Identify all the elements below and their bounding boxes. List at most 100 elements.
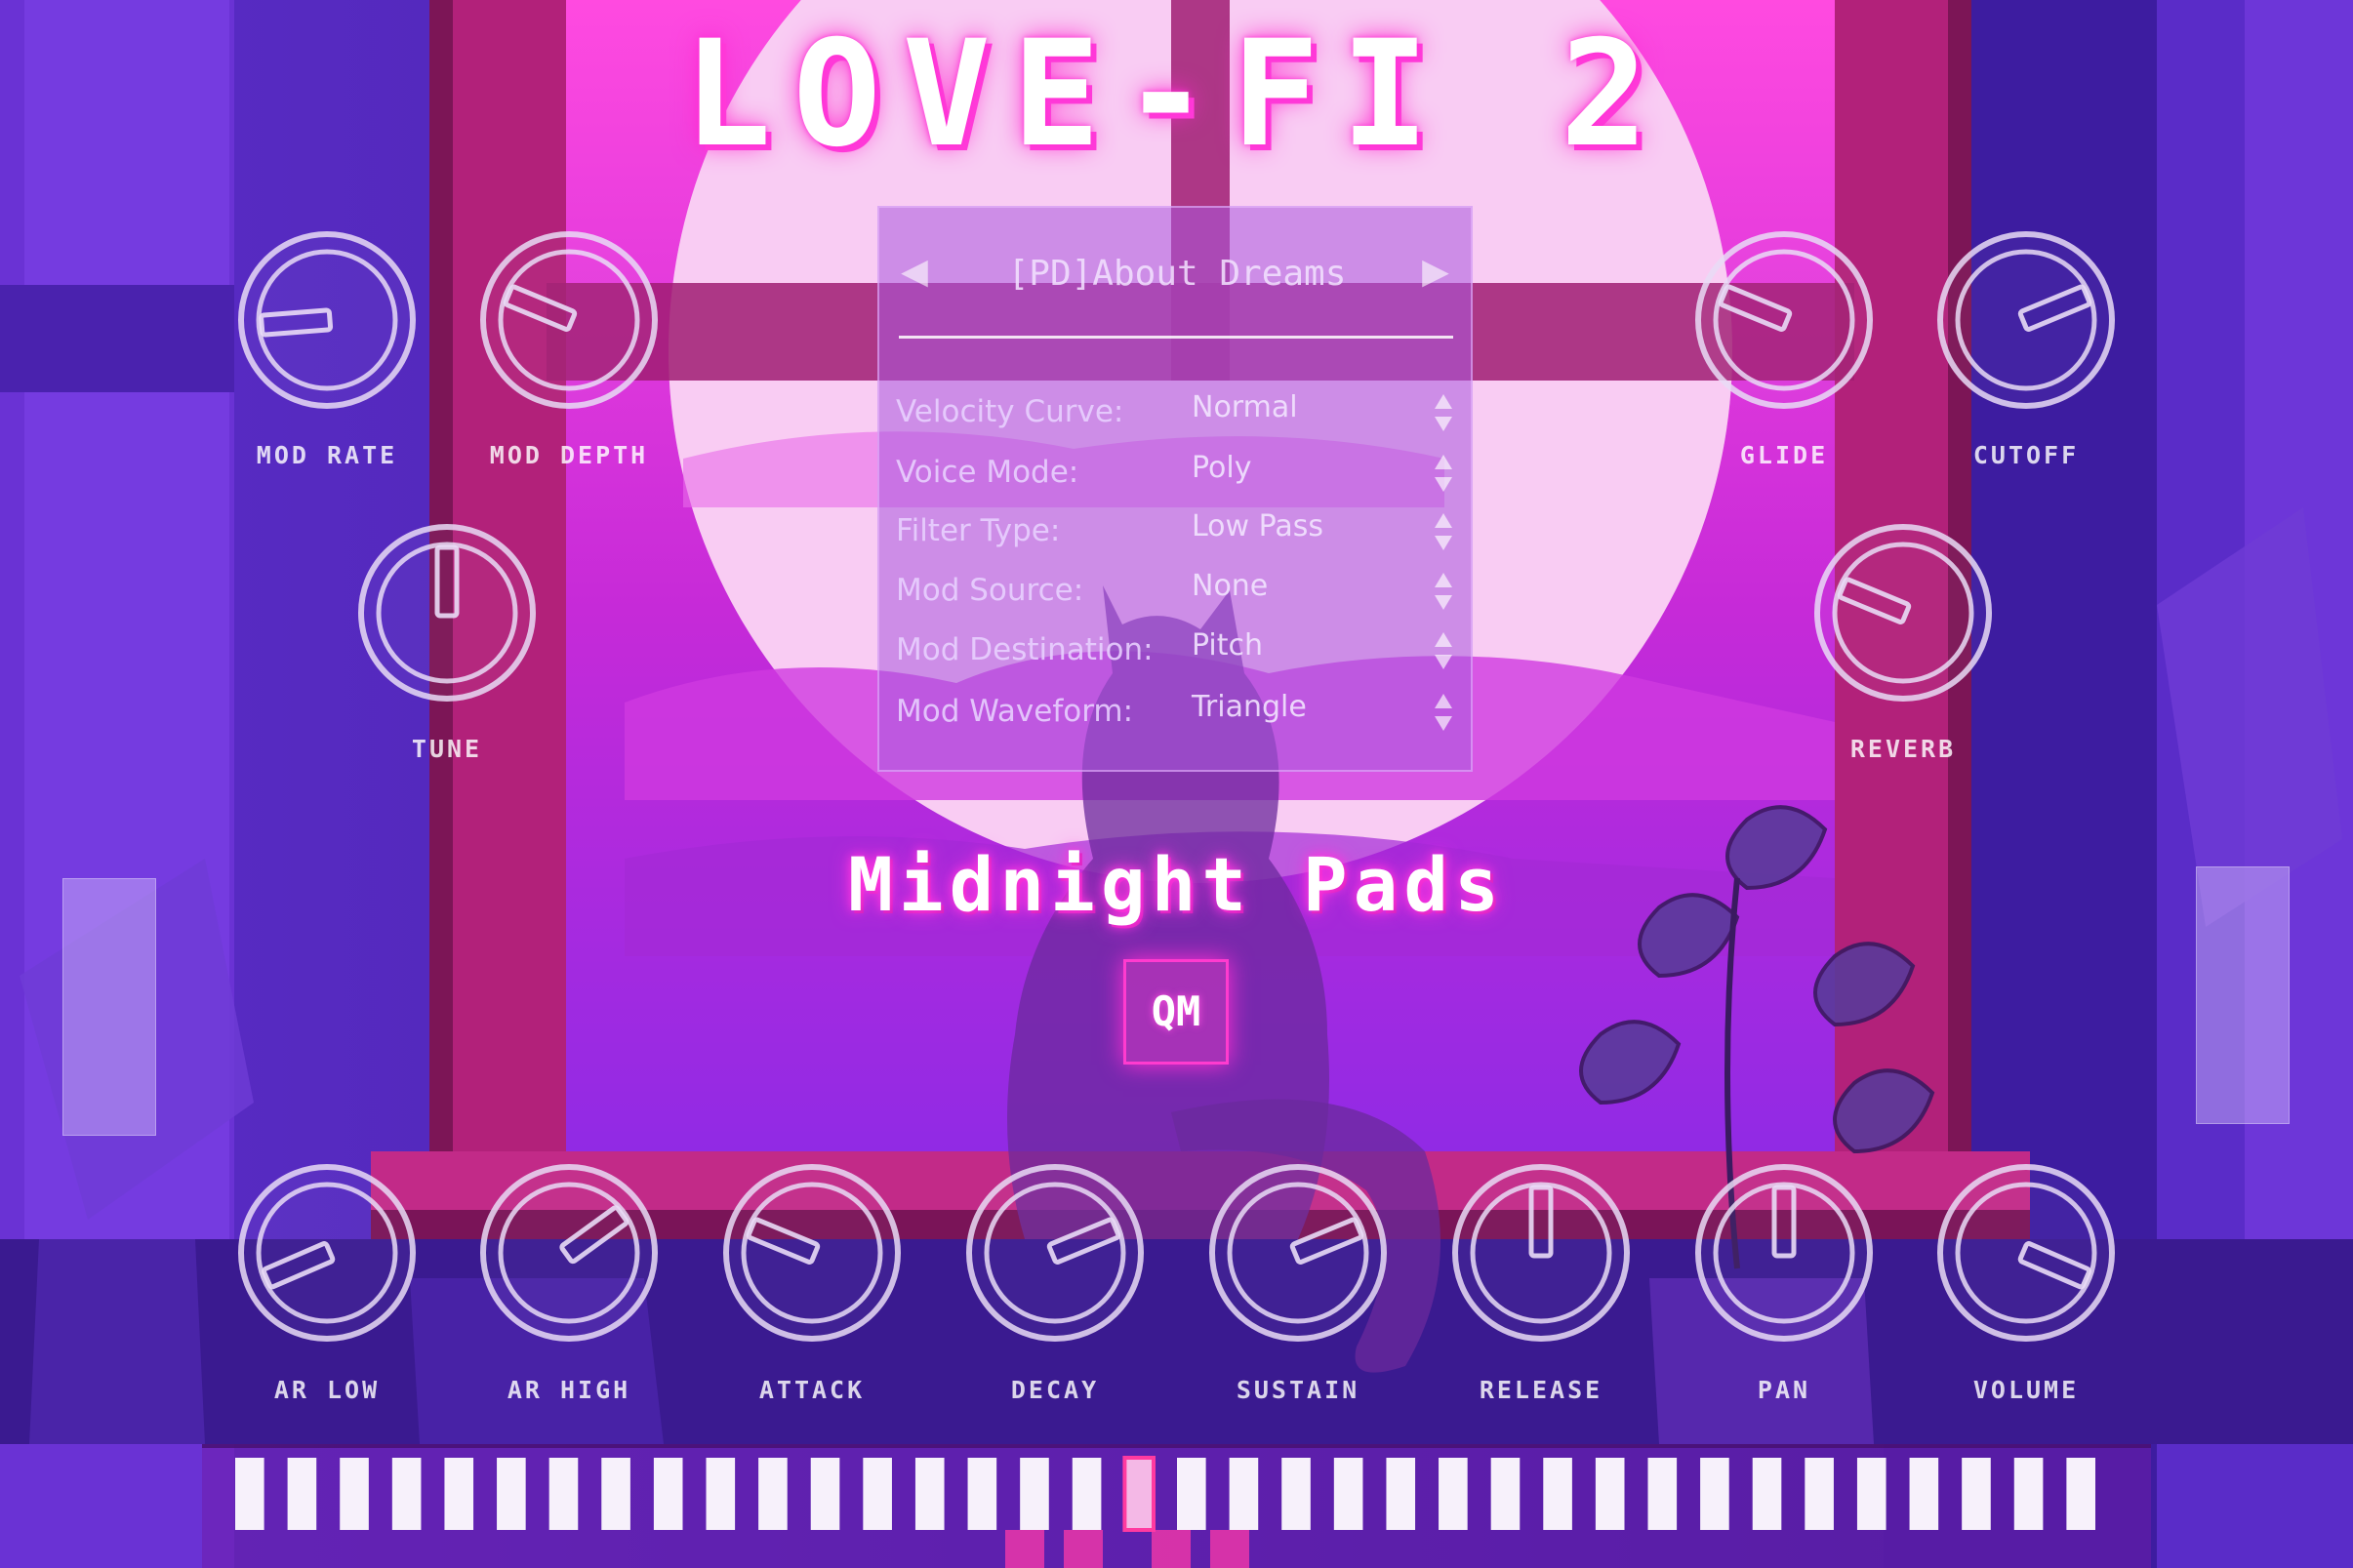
piano-key[interactable] [810, 1458, 840, 1530]
ar-low-knob[interactable] [234, 1160, 420, 1346]
param-label: Velocity Curve: [896, 394, 1124, 429]
up-down-arrows-icon[interactable] [1432, 453, 1455, 494]
reverb-label: REVERB [1849, 735, 1957, 763]
prev-preset-button[interactable]: ◀ [895, 253, 934, 292]
ar-high-knob[interactable] [476, 1160, 662, 1346]
up-down-arrows-icon[interactable] [1432, 692, 1455, 733]
decay-label: DECAY [1010, 1376, 1100, 1404]
piano-key[interactable] [340, 1458, 369, 1530]
ar-low-label: AR LOW [273, 1376, 381, 1404]
piano-key[interactable] [1647, 1458, 1678, 1530]
glide-knob[interactable] [1691, 227, 1877, 413]
key-glow [1064, 1530, 1103, 1568]
param-label: Voice Mode: [896, 455, 1079, 490]
param-value[interactable]: Pitch [1192, 619, 1416, 673]
piano-key[interactable] [1700, 1458, 1729, 1530]
param-label: Filter Type: [896, 513, 1061, 548]
piano-key[interactable] [2066, 1458, 2095, 1530]
sustain-label: SUSTAIN [1236, 1376, 1360, 1404]
key-glow [1152, 1530, 1191, 1568]
param-value[interactable]: Low Pass [1192, 500, 1416, 554]
up-down-arrows-icon[interactable] [1432, 392, 1455, 433]
left-triangle-icon: ◀ [901, 252, 928, 292]
piano-key[interactable] [1439, 1458, 1468, 1530]
cutoff-label: CUTOFF [1972, 441, 2080, 469]
key-glow [1005, 1530, 1044, 1568]
logo-button[interactable]: QM [1123, 959, 1229, 1065]
up-down-arrows-icon[interactable] [1432, 630, 1455, 671]
piano-key[interactable] [601, 1458, 630, 1530]
piano-key[interactable] [706, 1458, 736, 1530]
piano-key[interactable] [497, 1458, 526, 1530]
next-preset-button[interactable]: ▶ [1416, 253, 1455, 292]
mod-rate-knob[interactable] [234, 227, 420, 413]
param-value[interactable]: None [1192, 559, 1416, 614]
param-row: Mod Source: None [879, 563, 1475, 618]
piano-key[interactable] [653, 1458, 683, 1530]
mod-depth-knob[interactable] [476, 227, 662, 413]
piano-key[interactable] [391, 1458, 422, 1530]
param-row: Velocity Curve: Normal [879, 384, 1475, 439]
volume-knob[interactable] [1933, 1160, 2119, 1346]
mod-wheel[interactable] [2196, 866, 2290, 1124]
key-glow [1210, 1530, 1249, 1568]
up-down-arrows-icon[interactable] [1432, 511, 1455, 552]
piano-key[interactable] [758, 1458, 788, 1530]
piano-key[interactable] [1229, 1458, 1259, 1530]
release-knob[interactable] [1448, 1160, 1634, 1346]
mod-depth-label: MOD DEPTH [489, 441, 649, 469]
piano-key[interactable] [2013, 1458, 2044, 1530]
piano-keyboard [202, 1444, 2151, 1568]
param-value[interactable]: Normal [1192, 381, 1416, 435]
piano-key[interactable] [1543, 1458, 1572, 1530]
cutoff-knob[interactable] [1933, 227, 2119, 413]
piano-key[interactable] [444, 1458, 474, 1530]
piano-key[interactable] [1122, 1456, 1156, 1532]
preset-browser-panel: ◀ [PD]About Dreams ▶ Velocity Curve: Norm… [877, 206, 1473, 772]
param-value[interactable]: Triangle [1192, 680, 1416, 735]
param-row: Mod Destination: Pitch [879, 623, 1475, 677]
piano-keys [235, 1456, 2095, 1568]
piano-key[interactable] [1490, 1458, 1521, 1530]
pan-knob[interactable] [1691, 1160, 1877, 1346]
param-row: Filter Type: Low Pass [879, 503, 1475, 558]
piano-key[interactable] [1909, 1458, 1939, 1530]
preset-name[interactable]: [PD]About Dreams [948, 247, 1406, 302]
pan-label: PAN [1757, 1376, 1811, 1404]
sustain-knob[interactable] [1205, 1160, 1391, 1346]
piano-key[interactable] [1020, 1458, 1049, 1530]
panel-divider [899, 336, 1453, 339]
piano-key[interactable] [235, 1458, 264, 1530]
piano-key[interactable] [1386, 1458, 1416, 1530]
right-triangle-icon: ▶ [1422, 252, 1449, 292]
reverb-knob[interactable] [1810, 520, 1996, 705]
piano-key[interactable] [914, 1458, 945, 1530]
release-label: RELEASE [1479, 1376, 1603, 1404]
piano-key[interactable] [1962, 1458, 1991, 1530]
param-label: Mod Source: [896, 573, 1084, 608]
piano-key[interactable] [1072, 1458, 1102, 1530]
piano-key[interactable] [287, 1458, 317, 1530]
tune-knob[interactable] [354, 520, 540, 705]
piano-key[interactable] [548, 1458, 579, 1530]
pitch-wheel[interactable] [62, 878, 156, 1136]
glide-label: GLIDE [1739, 441, 1829, 469]
volume-label: VOLUME [1972, 1376, 2080, 1404]
piano-key[interactable] [863, 1458, 892, 1530]
piano-key[interactable] [1333, 1458, 1363, 1530]
piano-key[interactable] [1595, 1458, 1625, 1530]
piano-key[interactable] [1805, 1458, 1834, 1530]
attack-label: ATTACK [758, 1376, 866, 1404]
up-down-arrows-icon[interactable] [1432, 571, 1455, 612]
piano-key[interactable] [967, 1458, 997, 1530]
decay-knob[interactable] [962, 1160, 1148, 1346]
preset-selector: ◀ [PD]About Dreams ▶ [879, 247, 1475, 305]
piano-key[interactable] [1752, 1458, 1782, 1530]
ar-high-label: AR HIGH [507, 1376, 631, 1404]
piano-key[interactable] [1856, 1458, 1886, 1530]
param-label: Mod Waveform: [896, 694, 1134, 729]
piano-key[interactable] [1281, 1458, 1311, 1530]
piano-key[interactable] [1177, 1458, 1206, 1530]
param-value[interactable]: Poly [1192, 441, 1416, 496]
attack-knob[interactable] [719, 1160, 905, 1346]
